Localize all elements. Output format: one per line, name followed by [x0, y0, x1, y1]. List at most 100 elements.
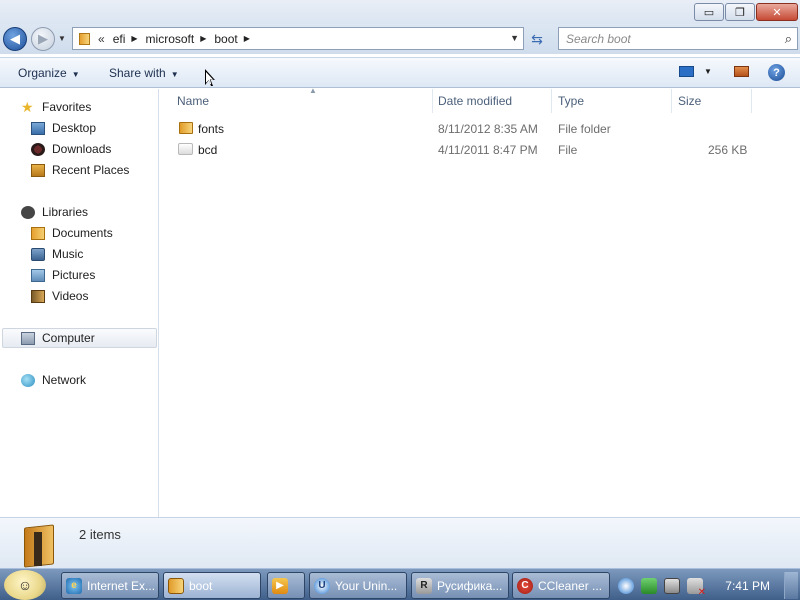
breadcrumb-efi[interactable]: efi — [113, 32, 126, 46]
taskbar-item-ccleaner[interactable]: C CCleaner ... — [512, 572, 610, 599]
clock[interactable]: 7:41 PM — [725, 579, 770, 593]
recent-pages-dropdown-icon[interactable]: ▼ — [58, 34, 66, 43]
share-with-button[interactable]: Share with ▼ — [109, 66, 179, 80]
folder-icon — [79, 32, 90, 45]
taskbar-item-boot[interactable]: boot — [163, 572, 261, 599]
file-date: 8/11/2012 8:35 AM — [438, 122, 538, 136]
sidebar-item-libraries[interactable]: Libraries — [21, 202, 88, 222]
sidebar-label: Downloads — [52, 142, 112, 156]
forward-button[interactable]: ▶ — [31, 27, 55, 51]
taskbar-item-your-uninstaller[interactable]: U Your Unin... — [309, 572, 407, 599]
details-pane: 2 items — [0, 517, 800, 568]
task-label: boot — [189, 578, 213, 593]
volume-muted-icon[interactable] — [687, 577, 706, 598]
search-placeholder: Search boot — [566, 31, 631, 46]
column-header-label: Name — [177, 94, 210, 108]
column-header-label: Size — [678, 94, 702, 108]
view-options-dropdown-icon[interactable]: ▼ — [704, 67, 712, 76]
security-check-icon[interactable] — [641, 577, 657, 594]
minimize-button[interactable]: ▭ — [694, 3, 724, 21]
sidebar-item-videos[interactable]: Videos — [31, 286, 88, 306]
breadcrumb-overflow[interactable]: « — [98, 32, 105, 46]
sidebar-label: Desktop — [52, 121, 97, 135]
your-uninstaller-icon: U — [314, 577, 330, 594]
sidebar-item-documents[interactable]: Documents — [31, 223, 113, 243]
file-name: bcd — [198, 143, 218, 157]
maximize-button[interactable]: ❐ — [725, 3, 755, 21]
file-date: 4/11/2011 8:47 PM — [438, 143, 538, 157]
media-player-icon: ▶ — [272, 577, 288, 594]
sidebar-label: Documents — [52, 226, 113, 240]
recent-places-icon — [31, 163, 45, 177]
table-row[interactable]: bcd 4/11/2011 8:47 PM File 256 KB — [170, 140, 770, 160]
chevron-right-icon[interactable]: ▶ — [131, 34, 137, 43]
address-history-dropdown-icon[interactable]: ▼ — [510, 33, 519, 43]
column-header-size[interactable]: Size — [672, 89, 752, 113]
sidebar-label: Favorites — [42, 100, 92, 114]
command-bar: Organize ▼ Share with ▼ ▼ ? — [0, 57, 800, 88]
taskbar-item-internet-explorer[interactable]: e Internet Ex... — [61, 572, 159, 599]
column-header-date-modified[interactable]: Date modified — [432, 89, 552, 113]
address-row: ◀ ▶ ▼ « efi ▶ microsoft ▶ boot ▶ ▼ ⇆ Sea… — [0, 24, 800, 54]
documents-icon — [31, 226, 45, 240]
sidebar-label: Recent Places — [52, 163, 130, 177]
task-label: Internet Ex... — [87, 578, 156, 593]
computer-icon — [21, 331, 35, 345]
organize-label: Organize — [18, 66, 67, 80]
table-row[interactable]: fonts 8/11/2012 8:35 AM File folder — [170, 119, 770, 139]
sidebar-item-recent-places[interactable]: Recent Places — [31, 160, 129, 180]
search-input[interactable]: Search boot ⌕ — [558, 27, 798, 50]
chevron-right-icon[interactable]: ▶ — [200, 34, 206, 43]
chevron-down-icon: ▼ — [71, 70, 80, 79]
file-icon — [178, 143, 193, 155]
breadcrumb-boot[interactable]: boot — [214, 32, 237, 46]
music-icon — [31, 247, 45, 261]
taskbar-item-russifier[interactable]: R Русифика... — [411, 572, 509, 599]
sidebar-item-favorites[interactable]: ★ Favorites — [21, 97, 91, 117]
window-controls: ▭ ❐ ✕ — [693, 3, 798, 21]
sidebar-item-desktop[interactable]: Desktop — [31, 118, 96, 138]
column-header-name[interactable]: ▲ Name — [171, 86, 433, 113]
help-icon[interactable]: ? — [768, 64, 785, 81]
items-count: 2 items — [79, 527, 121, 542]
chevron-right-icon[interactable]: ▶ — [244, 34, 250, 43]
taskbar-item-media-player[interactable]: ▶ — [267, 572, 305, 599]
file-type: File folder — [558, 122, 611, 136]
column-header-type[interactable]: Type — [552, 89, 672, 113]
task-label: CCleaner ... — [538, 578, 603, 593]
sidebar-label: Network — [42, 373, 87, 387]
task-label: Русифика... — [437, 578, 503, 593]
taskbar: ☺ e Internet Ex... boot ▶ U Your Unin...… — [0, 568, 800, 600]
folder-icon — [24, 524, 58, 568]
sidebar-label: Computer — [42, 331, 95, 345]
sidebar-label: Libraries — [42, 205, 89, 219]
organize-button[interactable]: Organize ▼ — [18, 66, 80, 80]
network-icon[interactable] — [664, 577, 680, 594]
chevron-down-icon: ▼ — [170, 70, 179, 79]
navigation-pane: ★ Favorites Desktop Downloads Recent Pla… — [0, 89, 159, 517]
sidebar-label: Pictures — [52, 268, 96, 282]
russifier-icon: R — [416, 577, 432, 594]
pictures-icon — [31, 268, 45, 282]
file-list: ▲ Name Date modified Type Size fonts 8/1… — [160, 86, 800, 517]
change-view-icon[interactable] — [679, 66, 694, 77]
address-bar[interactable]: « efi ▶ microsoft ▶ boot ▶ ▼ — [72, 27, 524, 50]
breadcrumb-microsoft[interactable]: microsoft — [146, 32, 195, 46]
sidebar-item-pictures[interactable]: Pictures — [31, 265, 95, 285]
uninstaller-tray-icon[interactable] — [618, 577, 634, 594]
start-button[interactable]: ☺ — [4, 570, 46, 600]
refresh-button[interactable]: ⇆ — [527, 29, 547, 49]
sidebar-item-network[interactable]: Network — [21, 370, 86, 390]
sort-ascending-icon: ▲ — [309, 86, 317, 95]
back-button[interactable]: ◀ — [3, 27, 27, 51]
search-icon[interactable]: ⌕ — [785, 31, 792, 47]
title-bar: ▭ ❐ ✕ — [0, 0, 800, 24]
sidebar-item-computer[interactable]: Computer — [2, 328, 157, 348]
downloads-icon — [31, 142, 45, 156]
sidebar-item-downloads[interactable]: Downloads — [31, 139, 111, 159]
show-desktop-button[interactable] — [784, 572, 798, 599]
sidebar-item-music[interactable]: Music — [31, 244, 83, 264]
preview-pane-icon[interactable] — [734, 66, 749, 77]
close-button[interactable]: ✕ — [756, 3, 798, 21]
internet-explorer-icon: e — [66, 577, 82, 594]
